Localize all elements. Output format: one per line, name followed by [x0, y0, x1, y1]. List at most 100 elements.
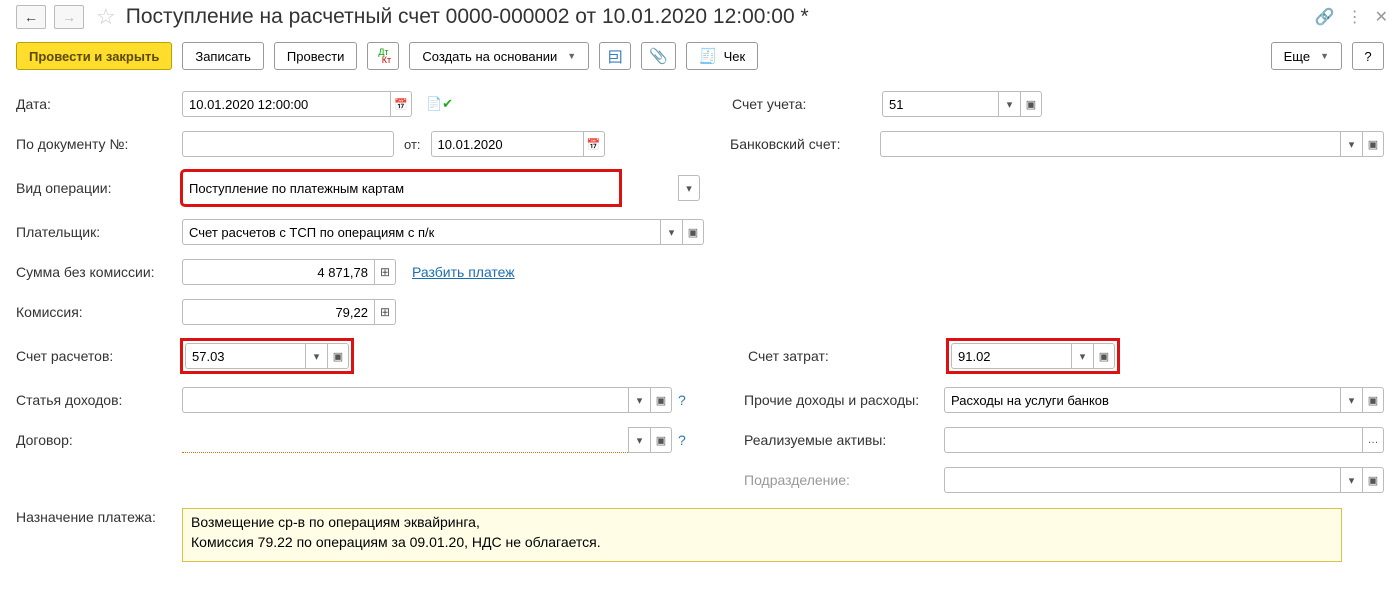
- bank-acc-open-button[interactable]: ▣: [1362, 131, 1384, 157]
- commission-input[interactable]: [182, 299, 374, 325]
- open-icon: ▣: [1368, 394, 1378, 407]
- post-and-close-button[interactable]: Провести и закрыть: [16, 42, 172, 70]
- chevron-down-icon: ▾: [1007, 98, 1013, 111]
- income-item-dropdown-button[interactable]: ▾: [628, 387, 650, 413]
- subdivision-input: [944, 467, 1340, 493]
- posted-check-icon: 📄✔: [426, 96, 453, 112]
- open-icon: ▣: [1368, 138, 1378, 151]
- check-button[interactable]: 🧾 Чек: [686, 42, 758, 70]
- chevron-down-icon: ▾: [1349, 394, 1355, 407]
- create-on-basis-button[interactable]: Создать на основании ▼: [409, 42, 589, 70]
- bank-acc-input[interactable]: [880, 131, 1340, 157]
- open-icon: ▣: [1368, 474, 1378, 487]
- payer-dropdown-button[interactable]: ▾: [660, 219, 682, 245]
- receipt-icon: 🧾: [699, 47, 718, 65]
- income-item-label: Статья доходов:: [16, 392, 182, 408]
- create-on-basis-label: Создать на основании: [422, 49, 557, 64]
- docnum-input[interactable]: [182, 131, 394, 157]
- realized-assets-more-button[interactable]: …: [1362, 427, 1384, 453]
- split-payment-link[interactable]: Разбить платеж: [412, 264, 515, 280]
- docnum-label: По документу №:: [16, 136, 182, 152]
- contract-input[interactable]: [182, 427, 628, 453]
- ellipsis-icon: …: [1368, 434, 1379, 446]
- settlement-acc-open-button[interactable]: ▣: [327, 343, 349, 369]
- income-item-input[interactable]: [182, 387, 628, 413]
- account-dropdown-button[interactable]: ▾: [998, 91, 1020, 117]
- favorite-star-icon[interactable]: ☆: [96, 4, 116, 30]
- optype-input[interactable]: [182, 171, 620, 205]
- open-icon: ▣: [1099, 350, 1109, 363]
- calendar-button-2[interactable]: 📅: [583, 131, 605, 157]
- calculator-icon: ⊞: [380, 265, 390, 279]
- realized-assets-input[interactable]: [944, 427, 1362, 453]
- income-item-open-button[interactable]: ▣: [650, 387, 672, 413]
- purpose-label: Назначение платежа:: [16, 508, 182, 526]
- paperclip-icon: 📎: [649, 47, 668, 65]
- nav-back-button[interactable]: ←: [16, 5, 46, 29]
- open-icon: ▣: [656, 434, 666, 447]
- calendar-button[interactable]: 📅: [390, 91, 412, 117]
- optype-dropdown-button[interactable]: ▾: [678, 175, 700, 201]
- date-label: Дата:: [16, 96, 182, 112]
- link-icon[interactable]: 🔗: [1315, 7, 1335, 27]
- calc-button-2[interactable]: ⊞: [374, 299, 396, 325]
- settlement-acc-dropdown-button[interactable]: ▾: [305, 343, 327, 369]
- help-button[interactable]: ?: [1352, 42, 1384, 70]
- payer-input[interactable]: [182, 219, 660, 245]
- sum-no-comm-label: Сумма без комиссии:: [16, 264, 182, 280]
- payer-label: Плательщик:: [16, 224, 182, 240]
- contract-help-icon[interactable]: ?: [678, 432, 686, 448]
- chevron-down-icon: ▾: [1349, 138, 1355, 151]
- more-button[interactable]: Еще ▼: [1271, 42, 1342, 70]
- contract-dropdown-button[interactable]: ▾: [628, 427, 650, 453]
- calculator-icon: ⊞: [380, 305, 390, 319]
- account-open-button[interactable]: ▣: [1020, 91, 1042, 117]
- commission-label: Комиссия:: [16, 304, 182, 320]
- nav-forward-button[interactable]: →: [54, 5, 84, 29]
- chevron-down-icon: ▼: [567, 51, 576, 61]
- date-input[interactable]: [182, 91, 390, 117]
- other-ie-open-button[interactable]: ▣: [1362, 387, 1384, 413]
- open-icon: ▣: [1026, 98, 1036, 111]
- page-title: Поступление на расчетный счет 0000-00000…: [126, 5, 1307, 29]
- payer-open-button[interactable]: ▣: [682, 219, 704, 245]
- sum-no-comm-input[interactable]: [182, 259, 374, 285]
- account-input[interactable]: [882, 91, 998, 117]
- write-button[interactable]: Записать: [182, 42, 264, 70]
- chevron-down-icon: ▾: [637, 434, 643, 447]
- subdivision-open-button[interactable]: ▣: [1362, 467, 1384, 493]
- close-icon[interactable]: ✕: [1375, 7, 1388, 27]
- more-vert-icon[interactable]: ⋮: [1347, 7, 1363, 27]
- settlement-acc-label: Счет расчетов:: [16, 348, 182, 364]
- expense-acc-input[interactable]: [951, 343, 1071, 369]
- settlement-acc-input[interactable]: [185, 343, 305, 369]
- expense-acc-open-button[interactable]: ▣: [1093, 343, 1115, 369]
- subdivision-label: Подразделение:: [744, 472, 944, 488]
- structure-icon: 囙: [608, 46, 623, 67]
- calc-button[interactable]: ⊞: [374, 259, 396, 285]
- structure-button[interactable]: 囙: [599, 42, 631, 70]
- attachment-button[interactable]: 📎: [641, 42, 676, 70]
- bank-acc-dropdown-button[interactable]: ▾: [1340, 131, 1362, 157]
- more-label: Еще: [1284, 49, 1310, 64]
- bank-acc-label: Банковский счет:: [730, 136, 880, 152]
- docnum-from-input[interactable]: [431, 131, 583, 157]
- chevron-down-icon: ▾: [669, 226, 675, 239]
- subdivision-dropdown-button[interactable]: ▾: [1340, 467, 1362, 493]
- other-ie-input[interactable]: [944, 387, 1340, 413]
- calendar-icon: 📅: [394, 98, 408, 111]
- open-icon: ▣: [656, 394, 666, 407]
- other-ie-dropdown-button[interactable]: ▾: [1340, 387, 1362, 413]
- chevron-down-icon: ▾: [1349, 474, 1355, 487]
- expense-acc-dropdown-button[interactable]: ▾: [1071, 343, 1093, 369]
- other-ie-label: Прочие доходы и расходы:: [744, 392, 944, 408]
- post-button[interactable]: Провести: [274, 42, 358, 70]
- income-item-help-icon[interactable]: ?: [678, 392, 686, 408]
- contract-label: Договор:: [16, 432, 182, 448]
- chevron-down-icon: ▾: [637, 394, 643, 407]
- purpose-textarea[interactable]: [182, 508, 1342, 562]
- expense-acc-label: Счет затрат:: [748, 348, 948, 364]
- check-label: Чек: [724, 49, 746, 64]
- dt-kt-button[interactable]: ДтКт: [367, 42, 399, 70]
- contract-open-button[interactable]: ▣: [650, 427, 672, 453]
